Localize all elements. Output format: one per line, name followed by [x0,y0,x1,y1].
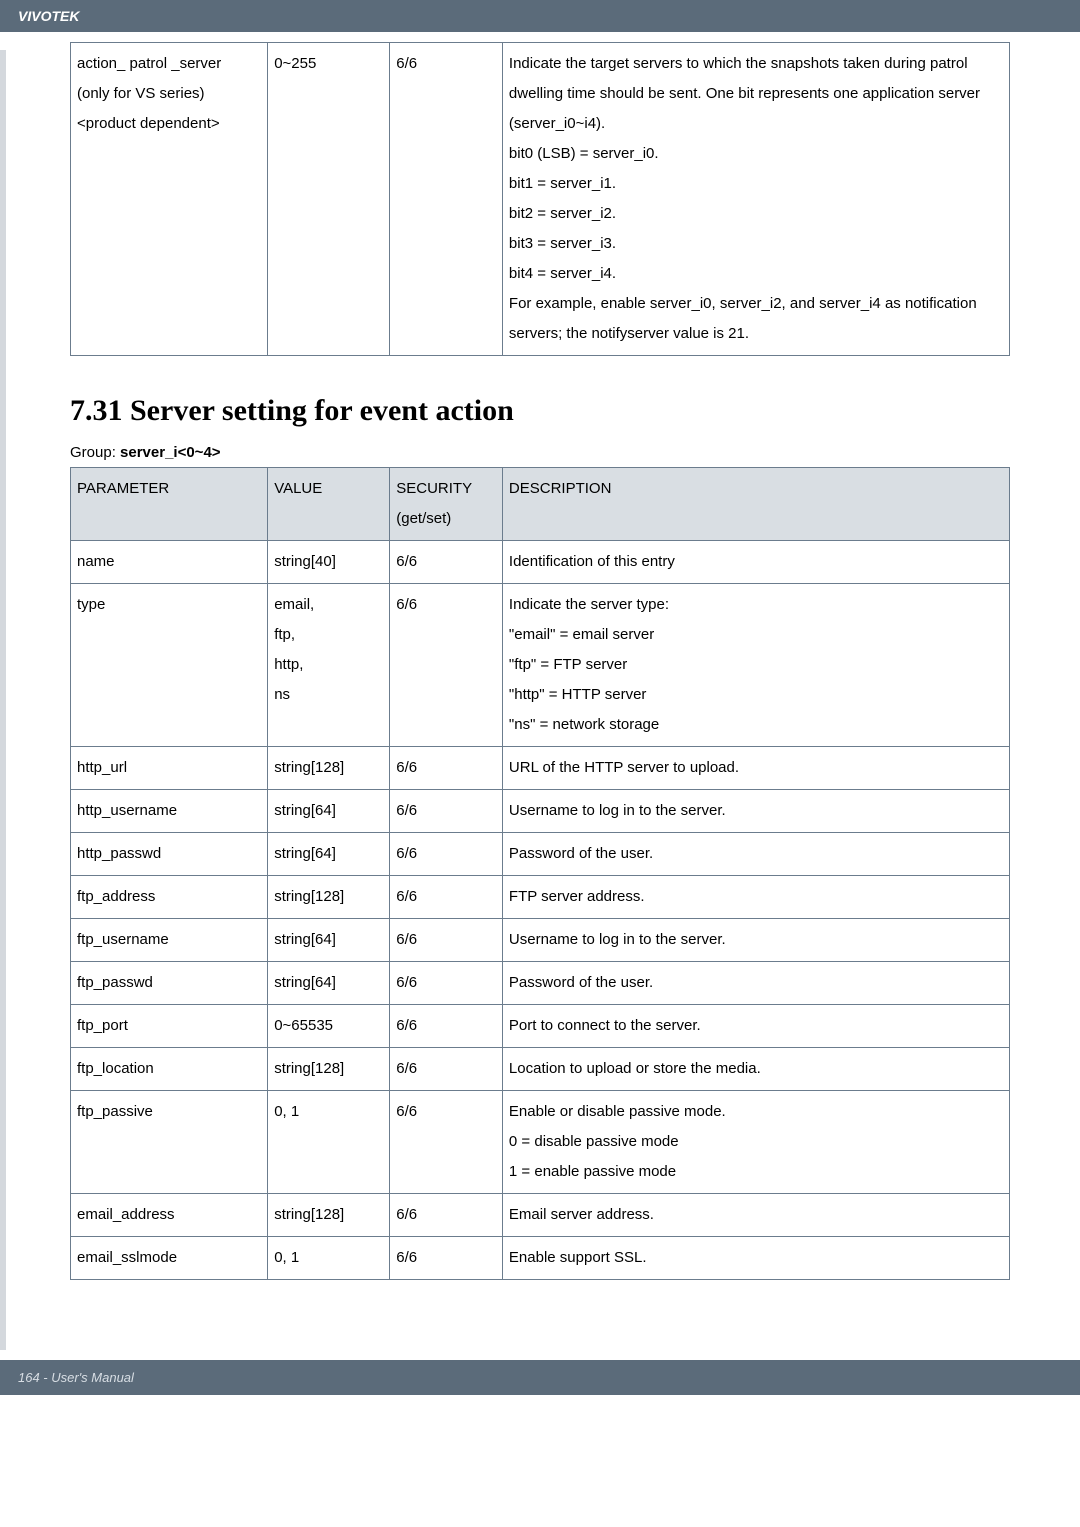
cell-value: string[40] [268,541,390,584]
cell-desc: Port to connect to the server. [502,1005,1009,1048]
cell-param: email_sslmode [71,1237,268,1280]
param-table-continuation: action_ patrol _server (only for VS seri… [70,42,1010,356]
footer-text: 164 - User's Manual [18,1370,134,1385]
table-row: ftp_passwdstring[64]6/6Password of the u… [71,962,1010,1005]
table-row: http_usernamestring[64]6/6Username to lo… [71,790,1010,833]
group-value: server_i<0~4> [120,444,221,461]
group-line: Group: server_i<0~4> [70,444,1010,461]
cell-param: action_ patrol _server (only for VS seri… [71,43,268,356]
cell-param: ftp_username [71,919,268,962]
cell-security: 6/6 [390,1237,503,1280]
cell-value: string[64] [268,790,390,833]
header-security: SECURITY (get/set) [390,468,503,541]
table-row: email_addressstring[128]6/6Email server … [71,1194,1010,1237]
cell-value: string[128] [268,876,390,919]
table-row: ftp_locationstring[128]6/6Location to up… [71,1048,1010,1091]
cell-param: ftp_port [71,1005,268,1048]
cell-desc: Indicate the target servers to which the… [502,43,1009,356]
cell-security: 6/6 [390,1048,503,1091]
table-row: action_ patrol _server (only for VS seri… [71,43,1010,356]
table-row: http_passwdstring[64]6/6Password of the … [71,833,1010,876]
header-param: PARAMETER [71,468,268,541]
cell-security: 6/6 [390,1194,503,1237]
cell-param: http_passwd [71,833,268,876]
cell-value: string[128] [268,1194,390,1237]
param-table-server: PARAMETER VALUE SECURITY (get/set) DESCR… [70,467,1010,1280]
cell-param: ftp_passwd [71,962,268,1005]
page-footer: 164 - User's Manual [0,1360,1080,1395]
cell-desc: Indicate the server type: "email" = emai… [502,584,1009,747]
cell-param: ftp_passive [71,1091,268,1194]
table-row: ftp_usernamestring[64]6/6Username to log… [71,919,1010,962]
table-row: namestring[40]6/6Identification of this … [71,541,1010,584]
group-label: Group: [70,444,120,461]
cell-param: email_address [71,1194,268,1237]
cell-desc: Identification of this entry [502,541,1009,584]
cell-security: 6/6 [390,790,503,833]
cell-param: type [71,584,268,747]
cell-desc: Email server address. [502,1194,1009,1237]
cell-security: 6/6 [390,876,503,919]
table-row: ftp_port0~655356/6Port to connect to the… [71,1005,1010,1048]
cell-desc: Username to log in to the server. [502,790,1009,833]
cell-value: string[64] [268,962,390,1005]
brand-header: VIVOTEK [0,0,1080,32]
cell-desc: Enable or disable passive mode. 0 = disa… [502,1091,1009,1194]
cell-security: 6/6 [390,541,503,584]
cell-security: 6/6 [390,962,503,1005]
cell-param: http_username [71,790,268,833]
cell-security: 6/6 [390,747,503,790]
header-value: VALUE [268,468,390,541]
section-title: 7.31 Server setting for event action [70,394,1010,428]
cell-value: string[64] [268,833,390,876]
cell-param: ftp_location [71,1048,268,1091]
cell-desc: Password of the user. [502,962,1009,1005]
cell-value: email, ftp, http, ns [268,584,390,747]
cell-desc: Location to upload or store the media. [502,1048,1009,1091]
cell-value: 0~65535 [268,1005,390,1048]
table-row: http_urlstring[128]6/6URL of the HTTP se… [71,747,1010,790]
cell-desc: FTP server address. [502,876,1009,919]
cell-security: 6/6 [390,919,503,962]
cell-value: 0, 1 [268,1237,390,1280]
cell-desc: URL of the HTTP server to upload. [502,747,1009,790]
table-row: ftp_addressstring[128]6/6FTP server addr… [71,876,1010,919]
cell-param: name [71,541,268,584]
table-header-row: PARAMETER VALUE SECURITY (get/set) DESCR… [71,468,1010,541]
cell-desc: Username to log in to the server. [502,919,1009,962]
table-row: typeemail, ftp, http, ns6/6Indicate the … [71,584,1010,747]
cell-value: string[128] [268,1048,390,1091]
table-row: ftp_passive0, 16/6Enable or disable pass… [71,1091,1010,1194]
cell-value: string[128] [268,747,390,790]
cell-desc: Enable support SSL. [502,1237,1009,1280]
cell-value: 0, 1 [268,1091,390,1194]
brand-text: VIVOTEK [18,8,79,24]
cell-value: 0~255 [268,43,390,356]
table-row: email_sslmode0, 16/6Enable support SSL. [71,1237,1010,1280]
cell-security: 6/6 [390,833,503,876]
cell-param: ftp_address [71,876,268,919]
cell-desc: Password of the user. [502,833,1009,876]
cell-value: string[64] [268,919,390,962]
cell-param: http_url [71,747,268,790]
cell-security: 6/6 [390,43,503,356]
cell-security: 6/6 [390,1005,503,1048]
cell-security: 6/6 [390,1091,503,1194]
cell-security: 6/6 [390,584,503,747]
left-strip [0,50,6,1350]
header-desc: DESCRIPTION [502,468,1009,541]
